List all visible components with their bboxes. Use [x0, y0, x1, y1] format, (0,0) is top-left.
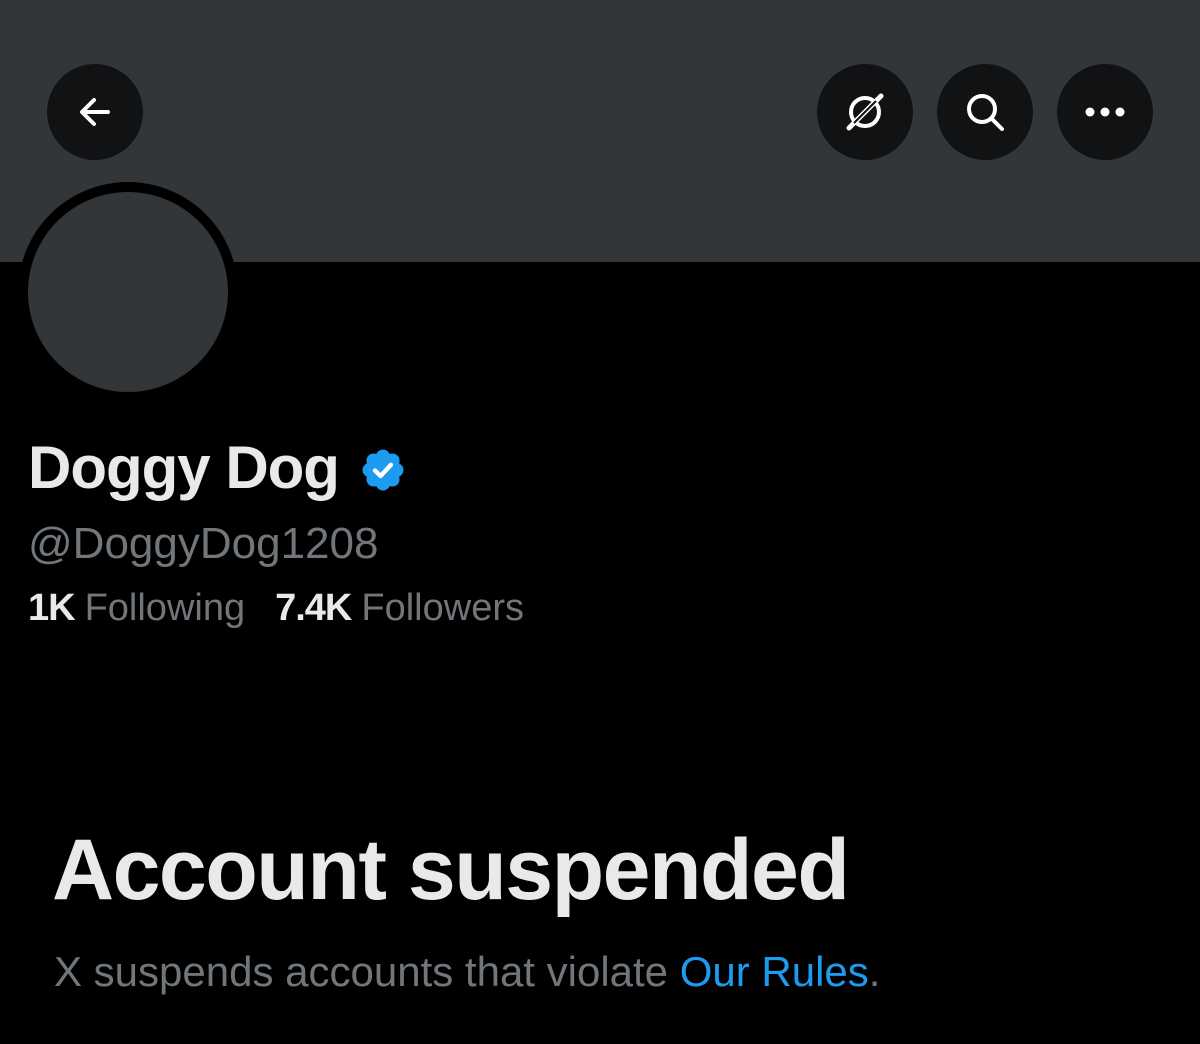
- following-label: Following: [84, 587, 246, 629]
- followers-count: 7.4K: [275, 587, 352, 629]
- verified-badge-icon[interactable]: [359, 446, 407, 494]
- following-count: 1K: [28, 587, 76, 629]
- arrow-left-icon: [80, 98, 110, 126]
- avatar[interactable]: [28, 192, 228, 392]
- more-button[interactable]: [1057, 64, 1153, 160]
- display-name: Doggy Dog: [28, 434, 340, 501]
- our-rules-link[interactable]: Our Rules: [680, 948, 869, 995]
- followers-label: Followers: [361, 587, 524, 629]
- followers-link[interactable]: 7.4K Followers: [275, 582, 524, 634]
- profile-name-row: Doggy Dog: [28, 428, 407, 508]
- search-icon: [967, 94, 1004, 131]
- following-link[interactable]: 1K Following: [28, 582, 245, 634]
- more-horizontal-icon: [1085, 107, 1125, 117]
- grok-icon: [846, 93, 884, 131]
- grok-button[interactable]: [817, 64, 913, 160]
- suspended-message-prefix: X suspends accounts that violate: [54, 948, 680, 995]
- suspended-title: Account suspended: [52, 822, 850, 918]
- search-button[interactable]: [937, 64, 1033, 160]
- avatar-ring: [18, 182, 238, 402]
- profile-stats: 1K Following 7.4K Followers: [28, 582, 554, 634]
- back-button[interactable]: [47, 64, 143, 160]
- profile-page: Doggy Dog @DoggyDog1208 1K Following 7.4…: [0, 0, 1200, 1044]
- suspended-message-suffix: .: [868, 948, 881, 995]
- suspended-message: X suspends accounts that violate Our Rul…: [54, 944, 880, 1000]
- profile-handle: @DoggyDog1208: [28, 519, 379, 568]
